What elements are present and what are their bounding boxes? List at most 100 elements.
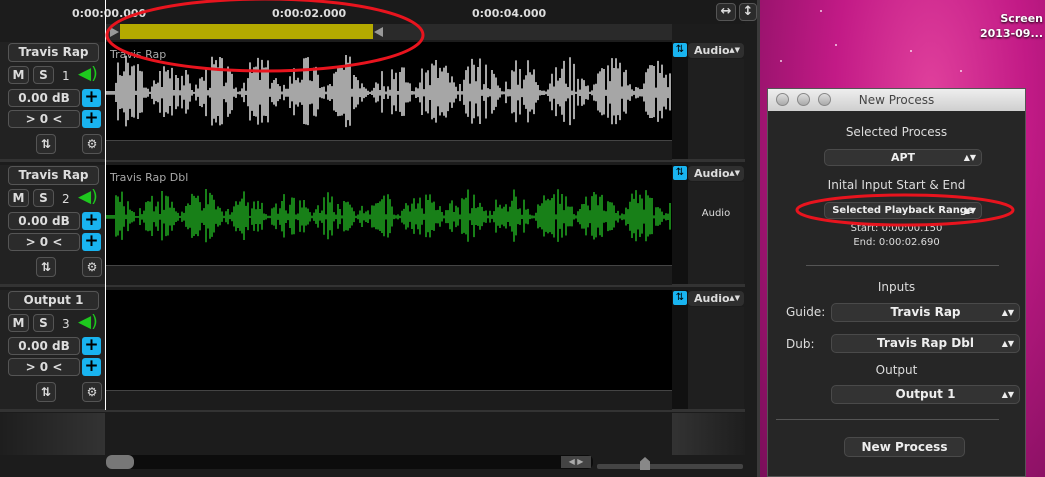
track-name-button[interactable]: Output 1 <box>8 291 99 310</box>
desktop-file-date: 2013-09... <box>979 27 1043 40</box>
waveform-area[interactable]: Travis Rap Dbl <box>105 165 672 265</box>
gear-icon[interactable]: ⚙ <box>82 382 102 402</box>
output-label: Output <box>875 363 918 377</box>
plus-icon[interactable]: + <box>82 233 101 251</box>
horizontal-scrollbar[interactable] <box>106 455 593 469</box>
plus-icon[interactable]: + <box>82 358 101 376</box>
swap-icon[interactable]: ⇅ <box>673 43 687 57</box>
track-name-button[interactable]: Travis Rap <box>8 166 99 185</box>
daw-window: 0:00:00.000 0:00:02.000 0:00:04.000 ↔ ↕ … <box>0 0 760 477</box>
waveform-area[interactable] <box>106 290 672 390</box>
solo-button[interactable]: S <box>33 314 54 332</box>
fit-horizontal-icon[interactable]: ↔ <box>716 3 736 21</box>
gear-icon[interactable]: ⚙ <box>82 134 102 154</box>
plus-icon[interactable]: + <box>82 110 101 128</box>
input-range-select[interactable]: Selected Playback Range ▲▼ <box>824 202 982 219</box>
speaker-icon[interactable]: ◀) <box>78 312 98 332</box>
mute-button[interactable]: M <box>8 189 29 207</box>
solo-button[interactable]: S <box>33 189 54 207</box>
scroll-arrows-icon[interactable]: ◀ ▶ <box>561 456 591 468</box>
swap-icon[interactable]: ⇅ <box>673 291 687 305</box>
select-value: Audio <box>694 167 730 180</box>
waveform <box>105 54 671 128</box>
reorder-icon[interactable]: ⇅ <box>36 257 56 277</box>
waveform-path <box>105 188 671 243</box>
zoom-slider-thumb[interactable] <box>640 457 650 470</box>
output-select[interactable]: Output 1 ▲▼ <box>831 385 1020 404</box>
select-value: Output 1 <box>895 387 956 401</box>
dialog-title: New Process <box>858 93 935 107</box>
tick-label: 0:00:04.000 <box>472 7 547 20</box>
minimize-button[interactable] <box>797 93 810 106</box>
new-process-dialog: New Process Selected Process APT ▲▼ Inita… <box>767 88 1026 477</box>
plus-icon[interactable]: + <box>82 89 101 107</box>
tick-label: 0:00:02.000 <box>272 7 347 20</box>
speaker-icon[interactable]: ◀) <box>78 187 98 207</box>
output-type-label: Audio <box>701 208 731 219</box>
select-value: Audio <box>694 292 730 305</box>
output-select[interactable]: Audio ▲▼ <box>688 166 744 181</box>
solo-button[interactable]: S <box>33 66 54 84</box>
playback-range-selection[interactable] <box>120 24 373 39</box>
range-end: End: 0:00:02.690 <box>853 237 940 248</box>
select-value: APT <box>890 151 916 164</box>
offset-field[interactable]: > 0 < <box>8 110 80 128</box>
waveform-path <box>105 54 671 128</box>
timeline-ruler[interactable]: 0:00:00.000 0:00:02.000 0:00:04.000 <box>72 0 745 24</box>
guide-select[interactable]: Travis Rap ▲▼ <box>831 303 1020 322</box>
close-button[interactable] <box>776 93 789 106</box>
select-value: Travis Rap <box>890 305 961 319</box>
range-start-handle[interactable] <box>110 27 119 37</box>
dub-select[interactable]: Travis Rap Dbl ▲▼ <box>831 334 1020 353</box>
track-name-button[interactable]: Travis Rap <box>8 43 99 62</box>
scrollbar-thumb[interactable] <box>106 455 134 469</box>
gain-field[interactable]: 0.00 dB <box>8 212 80 230</box>
zoom-button[interactable] <box>818 93 831 106</box>
mute-button[interactable]: M <box>8 314 29 332</box>
desktop-file-name[interactable]: Screen <box>1000 12 1043 25</box>
waveform-label: Travis Rap <box>110 48 167 61</box>
selected-process-select[interactable]: APT ▲▼ <box>824 149 982 166</box>
swap-icon[interactable]: ⇅ <box>673 166 687 180</box>
dialog-titlebar[interactable]: New Process <box>768 89 1025 111</box>
inputs-label: Inputs <box>877 280 916 294</box>
waveform <box>106 290 672 390</box>
reorder-icon[interactable]: ⇅ <box>36 134 56 154</box>
track-number: 3 <box>62 317 70 331</box>
track-number: 2 <box>62 192 70 206</box>
new-process-button[interactable]: New Process <box>844 437 965 457</box>
selected-process-label: Selected Process <box>845 125 948 139</box>
gain-field[interactable]: 0.00 dB <box>8 89 80 107</box>
select-value: Audio <box>694 44 730 57</box>
track-header: Output 1 M S 3 ◀) 0.00 dB + > 0 < + ⇅ ⚙ <box>0 290 105 409</box>
output-select[interactable]: Audio ▲▼ <box>688 291 744 306</box>
gear-icon[interactable]: ⚙ <box>82 257 102 277</box>
plus-icon[interactable]: + <box>82 337 101 355</box>
track: Travis Rap M S 1 ◀) 0.00 dB + > 0 < + ⇅ … <box>0 42 745 162</box>
plus-icon[interactable]: + <box>82 212 101 230</box>
reorder-icon[interactable]: ⇅ <box>36 382 56 402</box>
offset-field[interactable]: > 0 < <box>8 233 80 251</box>
range-start: Start: 0:00:00.150 <box>850 223 943 234</box>
track: Travis Rap M S 2 ◀) 0.00 dB + > 0 < + ⇅ … <box>0 165 745 287</box>
zoom-slider[interactable] <box>597 457 743 470</box>
select-value: Travis Rap Dbl <box>877 336 974 350</box>
input-range-label: Inital Input Start & End <box>827 178 966 192</box>
track-header: Travis Rap M S 1 ◀) 0.00 dB + > 0 < + ⇅ … <box>0 42 105 159</box>
track-header: Travis Rap M S 2 ◀) 0.00 dB + > 0 < + ⇅ … <box>0 165 105 284</box>
fit-vertical-icon[interactable]: ↕ <box>739 3 757 21</box>
output-select[interactable]: Audio ▲▼ <box>688 43 744 58</box>
range-end-handle[interactable] <box>374 27 383 37</box>
tick-label: 0:00:00.000 <box>72 7 147 20</box>
mute-button[interactable]: M <box>8 66 29 84</box>
waveform <box>105 188 671 243</box>
waveform-area[interactable]: Travis Rap <box>105 42 672 140</box>
dub-label: Dub: <box>786 337 815 351</box>
guide-label: Guide: <box>786 305 826 319</box>
speaker-icon[interactable]: ◀) <box>78 64 98 84</box>
gain-field[interactable]: 0.00 dB <box>8 337 80 355</box>
playhead[interactable] <box>105 0 106 410</box>
select-value: Selected Playback Range <box>832 205 974 216</box>
offset-field[interactable]: > 0 < <box>8 358 80 376</box>
waveform-label: Travis Rap Dbl <box>110 171 189 184</box>
